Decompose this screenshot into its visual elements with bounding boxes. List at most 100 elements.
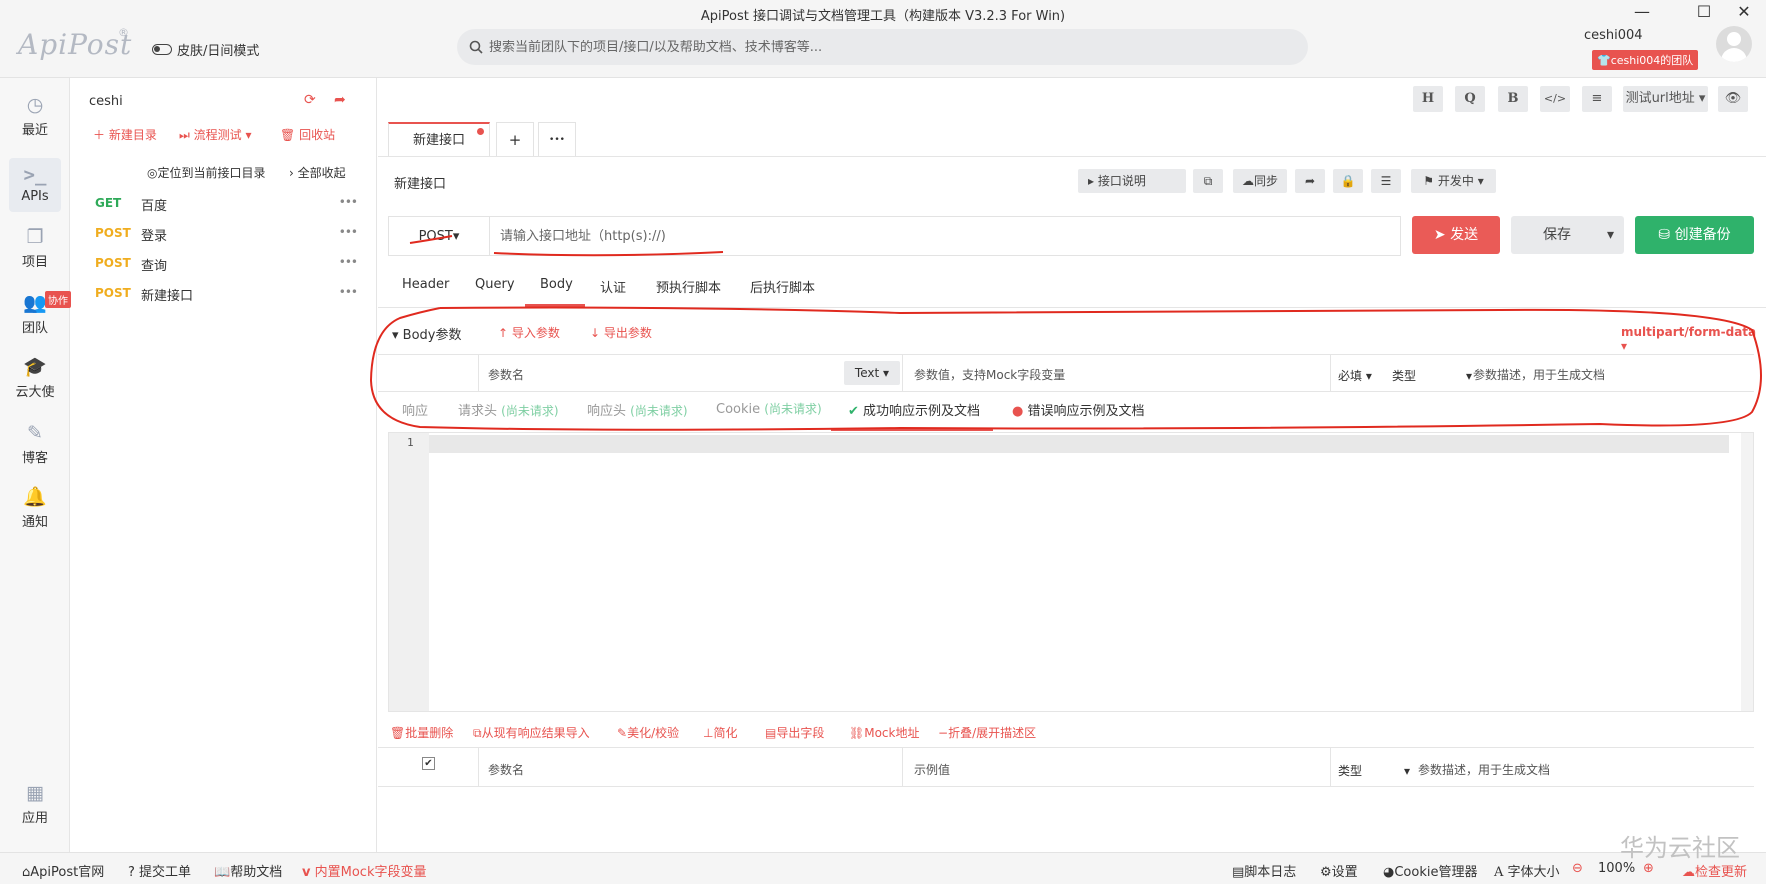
code-editor[interactable]: 1 [388,432,1754,712]
more-icon[interactable]: ••• [339,195,358,209]
window-title: ApiPost 接口调试与文档管理工具（构建版本 V3.2.3 For Win) [700,9,1066,24]
status-select[interactable]: ⚑ 开发中 ▾ [1411,169,1496,193]
submit-ticket-link[interactable]: ? 提交工单 [128,861,191,880]
avatar[interactable] [1716,26,1752,62]
tab-cookie[interactable]: Cookie (尚未请求) [716,400,822,417]
sync-button[interactable]: ☁同步 [1233,169,1287,193]
import-from-response-button[interactable]: ⧉从现有响应结果导入 [473,724,590,741]
locate-button[interactable]: ◎定位到当前接口目录 [147,164,266,181]
cookie-manager-button[interactable]: ◕Cookie管理器 [1383,861,1477,880]
send-button[interactable]: ➤ 发送 [1412,216,1500,254]
tree-item[interactable]: POST 登录 ••• [71,218,377,248]
nav-project[interactable]: ❐ 项目 [9,222,61,276]
tree-item[interactable]: POST 新建接口 ••• [71,278,377,308]
method-select[interactable]: POST▾ [388,216,490,256]
nav-blog[interactable]: ✎ 博客 [9,418,61,472]
collapse-all-button[interactable]: › 全部收起 [289,164,346,181]
param-type-select[interactable]: 类型 ▾ [1392,367,1472,384]
bold-button[interactable]: B [1498,86,1528,112]
import-params-button[interactable]: ↑ 导入参数 [498,324,560,341]
help-docs-link[interactable]: 📖帮助文档 [214,861,282,880]
tab-error-doc[interactable]: ● 错误响应示例及文档 [1012,400,1145,419]
share-icon[interactable]: ➦ [334,92,346,108]
lock-icon[interactable]: 🔒 [1333,169,1363,193]
nav-recent[interactable]: ◷ 最近 [9,90,61,144]
footer-label: 检查更新 [1695,865,1748,880]
tab-query[interactable]: Query [475,277,515,292]
param-value-field[interactable]: 参数值，支持Mock字段变量 [914,366,1065,383]
nav-ambassador[interactable]: 🎓 云大使 [9,352,61,406]
heading-button[interactable]: H [1413,86,1443,112]
close-button[interactable]: ✕ [1724,2,1764,26]
skin-mode-toggle[interactable]: 皮肤/日间模式 [152,40,259,59]
database-icon[interactable]: ☰ [1371,169,1401,193]
toggle-desc-button[interactable]: −折叠/展开描述区 [938,724,1036,741]
nav-apps[interactable]: ▦ 应用 [9,778,61,832]
save-button[interactable]: 保存 ▾ [1511,216,1624,254]
official-site-link[interactable]: ⌂ApiPost官网 [22,861,104,880]
add-tab-button[interactable]: + [496,122,534,156]
doc-type-select[interactable]: 类型 ▾ [1338,762,1410,779]
tab-response[interactable]: 响应 [402,400,428,419]
param-name-field[interactable]: 参数名 [488,366,524,383]
more-icon[interactable]: ••• [339,255,358,269]
body-params-toggle[interactable]: ▾ Body参数 [392,324,462,343]
terminal-icon: >_ [23,164,47,186]
nav-notify[interactable]: 🔔 通知 [9,482,61,536]
mock-url-button[interactable]: ⛓Mock地址 [849,724,919,741]
tab-response-headers[interactable]: 响应头 (尚未请求) [587,400,688,419]
simplify-button[interactable]: ⊥简化 [703,724,737,741]
type-text-select[interactable]: Text ▾ [844,361,900,385]
mock-vars-link[interactable]: v 内置Mock字段变量 [302,861,426,880]
query-button[interactable]: Q [1455,86,1485,112]
search-input[interactable] [489,39,1269,55]
share-icon[interactable]: ➦ [1295,169,1325,193]
recycle-button[interactable]: 🗑 回收站 [280,126,335,143]
flow-test-button[interactable]: ⏭ 流程测试 ▾ [179,126,252,143]
code-button[interactable]: </> [1540,86,1570,112]
tab-request-headers[interactable]: 请求头 (尚未请求) [458,400,559,419]
batch-delete-button[interactable]: 🗑批量删除 [390,724,453,741]
new-dir-button[interactable]: ＋ 新建目录 [93,126,157,143]
scrollbar[interactable] [1741,433,1753,711]
more-tabs-button[interactable]: ••• [538,122,576,156]
team-badge[interactable]: 👕ceshi004的团队 [1592,50,1699,70]
check-update-button[interactable]: ☁检查更新 [1682,861,1747,880]
script-log-button[interactable]: ▤脚本日志 [1232,861,1296,880]
tree-item[interactable]: POST 查询 ••• [71,248,377,278]
more-icon[interactable]: ••• [339,285,358,299]
select-all-checkbox[interactable]: ✔ [422,757,435,770]
copy-icon[interactable]: ⧉ [1193,169,1223,193]
type-label: 类型 [1392,369,1417,383]
sliders-button[interactable]: ≡ [1582,86,1612,112]
tab-post-script[interactable]: 后执行脚本 [750,277,815,296]
maximize-button[interactable]: ☐ [1684,2,1724,26]
tab-pre-script[interactable]: 预执行脚本 [656,277,721,296]
refresh-icon[interactable]: ⟳ [304,92,316,108]
tree-item[interactable]: GET 百度 ••• [71,188,377,218]
param-desc-field[interactable]: 参数描述，用于生成文档 [1473,366,1605,383]
required-select[interactable]: 必填 ▾ [1338,367,1372,384]
tab-body[interactable]: Body [540,277,573,292]
url-input[interactable] [490,216,1401,256]
beautify-button[interactable]: ✎美化/校验 [617,724,679,741]
tab-new-api[interactable]: 新建接口 [388,122,490,156]
content-type-select[interactable]: multipart/form-data ▾ [1621,325,1766,353]
settings-button[interactable]: ⚙设置 [1320,861,1358,880]
minimize-button[interactable]: — [1622,2,1662,26]
caret-down-icon[interactable]: ▾ [1607,216,1614,254]
api-doc-button[interactable]: ▸ 接口说明 [1078,169,1186,193]
tab-auth[interactable]: 认证 [600,277,626,296]
more-icon[interactable]: ••• [339,225,358,239]
zoom-in-button[interactable]: ⊕ [1643,861,1654,876]
export-fields-button[interactable]: ▤导出字段 [765,724,824,741]
tab-header[interactable]: Header [402,277,449,292]
env-select[interactable]: 测试url地址 ▾ [1623,86,1708,112]
export-params-button[interactable]: ↓ 导出参数 [590,324,652,341]
zoom-out-button[interactable]: ⊖ [1572,861,1583,876]
nav-apis[interactable]: >_ APIs [9,158,61,212]
create-backup-button[interactable]: ⛁ 创建备份 [1635,216,1754,254]
eye-icon[interactable]: 👁 [1718,86,1748,112]
tab-success-doc[interactable]: ✔ 成功响应示例及文档 [848,400,980,419]
global-search[interactable] [457,29,1308,65]
